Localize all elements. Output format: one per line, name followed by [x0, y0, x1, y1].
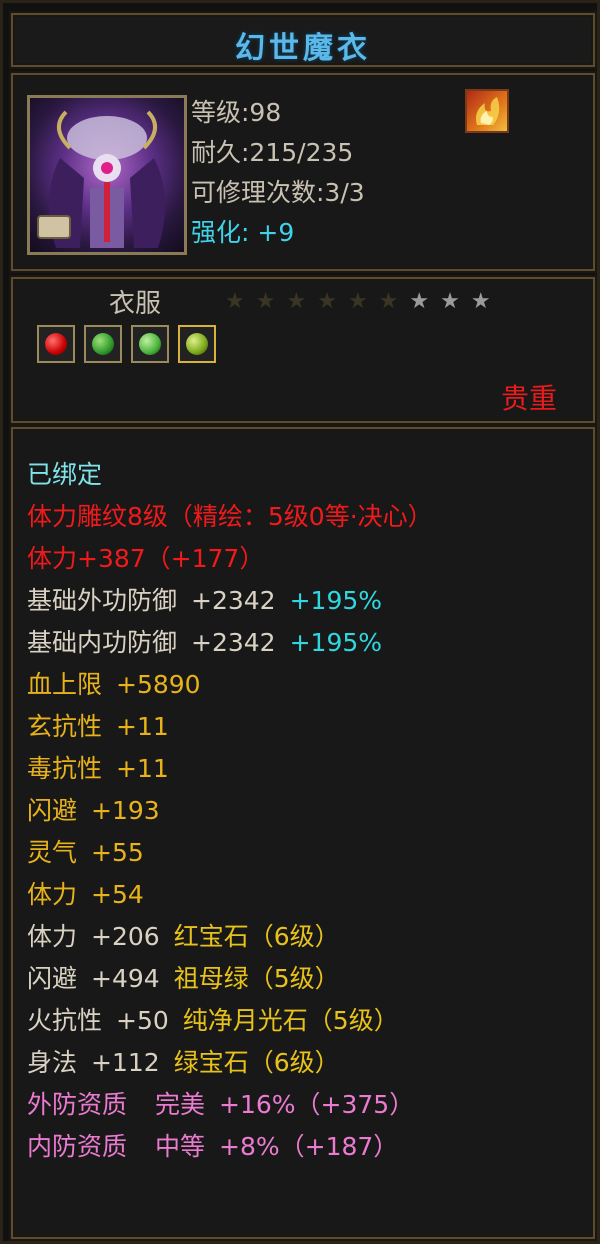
gem-bonus-line: 体力 +206 红宝石（6级）: [27, 917, 340, 953]
hp-line: 血上限 +5890: [27, 665, 201, 701]
quality-value: +8%（+187）: [219, 1132, 399, 1161]
attr-name: 灵气: [27, 838, 78, 867]
gem-slots: [37, 325, 220, 363]
item-tooltip: 幻世魔衣 等级:98 耐久:215/235 可修理次数:3/3 强化: +9 衣…: [0, 0, 600, 1244]
ext-defense-line: 基础外功防御 +2342 +195%: [27, 581, 382, 617]
attr-value: +5890: [116, 670, 201, 699]
enhance-value: +9: [257, 218, 295, 247]
fire-badge-icon: [465, 89, 509, 133]
attr-name: 血上限: [27, 670, 103, 699]
attr-name: 体力: [27, 880, 78, 909]
gem-name: 红宝石（6级）: [173, 922, 340, 951]
attr-name: 基础外功防御: [27, 586, 178, 615]
attr-value: +11: [116, 712, 169, 741]
quality-name: 内防资质: [27, 1132, 128, 1161]
emerald-icon[interactable]: [84, 325, 123, 363]
green-jade-icon[interactable]: [131, 325, 170, 363]
stamina-line: 体力 +54: [27, 875, 144, 911]
attr-value: +112: [91, 1048, 160, 1077]
quality-line: 内防资质 中等 +8%（+187）: [27, 1127, 398, 1163]
ruby-icon[interactable]: [37, 325, 75, 363]
star-rating: ★ ★ ★ ★ ★ ★ ★ ★ ★: [225, 289, 493, 314]
item-level: 等级:98: [191, 98, 282, 127]
attr-name: 闪避: [27, 964, 78, 993]
bound-status: 已绑定: [27, 460, 103, 489]
gem-bonus-line: 闪避 +494 祖母绿（5级）: [27, 959, 340, 995]
attr-name: 火抗性: [27, 1006, 103, 1035]
star-icon: ★: [409, 289, 432, 314]
quality-grade: 中等: [155, 1132, 206, 1161]
star-icon: ★: [255, 289, 278, 314]
item-durability: 耐久:215/235: [191, 138, 354, 167]
attr-value: +494: [91, 964, 160, 993]
engrave-line: 体力雕纹8级（精绘：5级0等·决心）: [27, 502, 433, 531]
rarity-label: 贵重: [500, 382, 557, 415]
title-bar: 幻世魔衣: [11, 13, 595, 67]
attr-value: +2342: [191, 586, 276, 615]
attr-name: 玄抗性: [27, 712, 103, 741]
star-icon: ★: [378, 289, 401, 314]
attr-value: +54: [91, 880, 144, 909]
quality-name: 外防资质: [27, 1090, 128, 1119]
slot-panel: 衣服 ★ ★ ★ ★ ★ ★ ★ ★ ★ 贵重: [11, 277, 595, 423]
gem-name: 纯净月光石（5级）: [182, 1006, 399, 1035]
stamina-total: 体力+387（+177）: [27, 544, 265, 573]
item-info-panel: 等级:98 耐久:215/235 可修理次数:3/3 强化: +9: [11, 73, 595, 271]
quality-grade: 完美: [155, 1090, 206, 1119]
int-defense-line: 基础内功防御 +2342 +195%: [27, 623, 382, 659]
attr-name: 基础内功防御: [27, 628, 178, 657]
attributes-panel: 已绑定 体力雕纹8级（精绘：5级0等·决心） 体力+387（+177） 基础外功…: [11, 427, 595, 1239]
attr-value: +193: [91, 796, 160, 825]
item-repairs: 可修理次数:3/3: [191, 178, 365, 207]
star-icon: ★: [317, 289, 339, 314]
aura-line: 灵气 +55: [27, 833, 144, 869]
gem-name: 祖母绿（5级）: [173, 964, 340, 993]
star-icon: ★: [470, 289, 493, 314]
quality-value: +16%（+375）: [219, 1090, 415, 1119]
attr-value: +55: [91, 838, 144, 867]
item-portrait: [27, 95, 187, 255]
moonstone-icon[interactable]: [178, 325, 217, 363]
enhance-label: 强化:: [191, 218, 250, 247]
xuan-resist-line: 玄抗性 +11: [27, 707, 169, 743]
attr-percent: +195%: [289, 586, 383, 615]
slot-type: 衣服: [109, 289, 162, 319]
item-name: 幻世魔衣: [235, 31, 371, 66]
star-icon: ★: [225, 289, 247, 314]
star-icon: ★: [440, 289, 462, 314]
attr-name: 毒抗性: [27, 754, 103, 783]
gem-bonus-line: 身法 +112 绿宝石（6级）: [27, 1043, 340, 1079]
attr-percent: +195%: [289, 628, 383, 657]
gem-name: 绿宝石（6级）: [173, 1048, 340, 1077]
attr-name: 闪避: [27, 796, 78, 825]
poison-resist-line: 毒抗性 +11: [27, 749, 169, 785]
attr-value: +50: [116, 1006, 169, 1035]
attr-name: 身法: [27, 1048, 78, 1077]
attr-value: +11: [116, 754, 169, 783]
attr-value: +2342: [191, 628, 276, 657]
gem-bonus-line: 火抗性 +50 纯净月光石（5级）: [27, 1001, 399, 1037]
star-icon: ★: [347, 289, 370, 314]
dodge-line: 闪避 +193: [27, 791, 160, 827]
attr-value: +206: [91, 922, 160, 951]
attr-name: 体力: [27, 922, 78, 951]
quality-line: 外防资质 完美 +16%（+375）: [27, 1085, 414, 1121]
star-icon: ★: [286, 289, 309, 314]
item-enhance: 强化: +9: [191, 213, 294, 249]
